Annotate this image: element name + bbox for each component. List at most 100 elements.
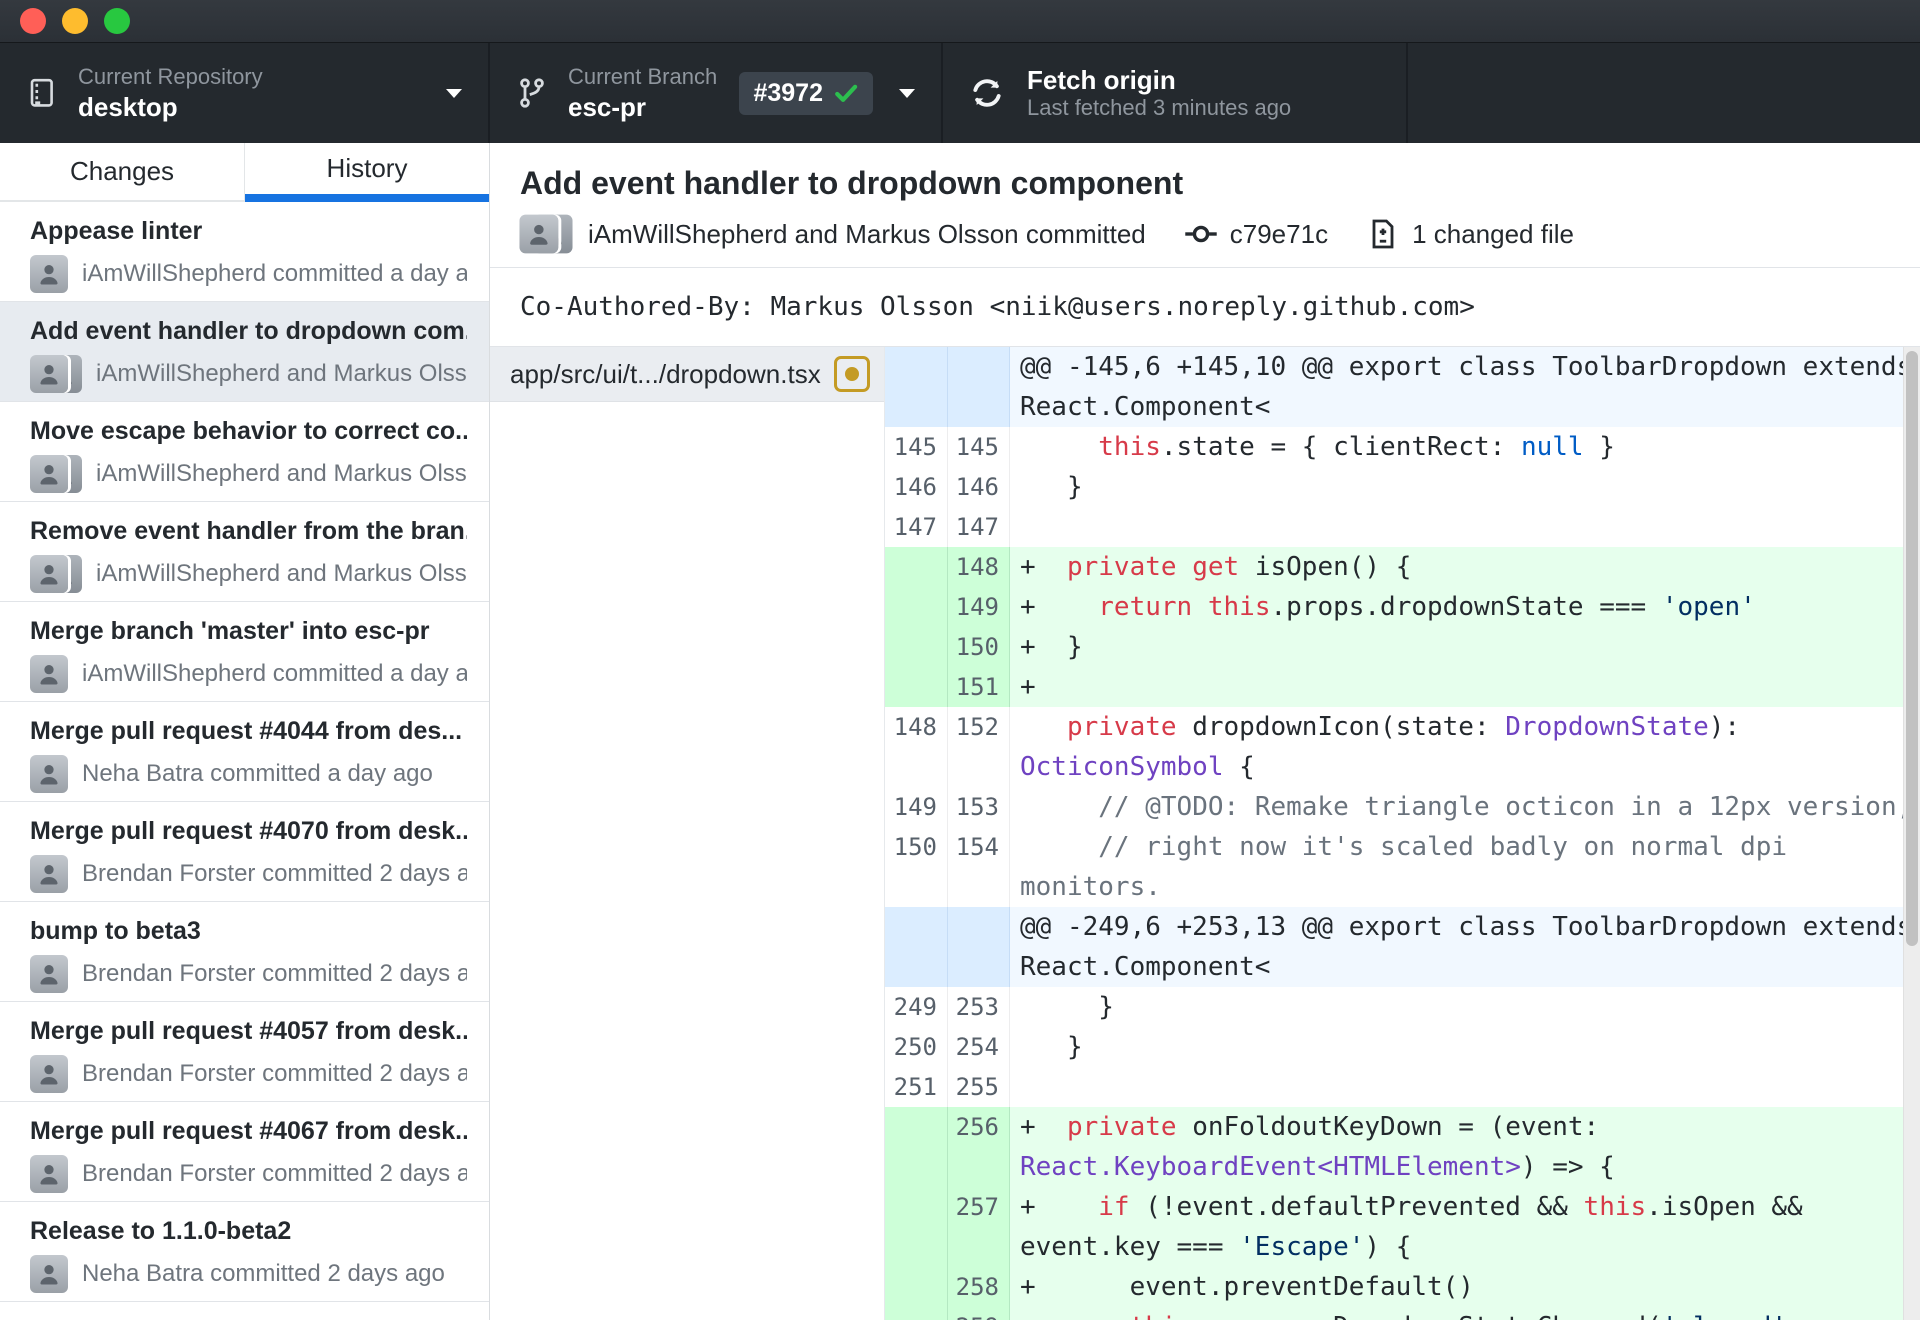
- commit-item-title: Merge pull request #4067 from desk...: [30, 1117, 467, 1145]
- commit-item-byline-text: iAmWillShepherd and Markus Olsson...: [96, 460, 467, 487]
- commit-avatars: [30, 855, 68, 893]
- commit-list-item[interactable]: bump to beta3 Brendan Forster committed 2…: [0, 902, 489, 1002]
- current-branch-button[interactable]: Current Branch esc-pr #3972: [490, 43, 943, 143]
- commit-list-item[interactable]: Merge pull request #4067 from desk... Bre…: [0, 1102, 489, 1202]
- commit-item-byline-text: iAmWillShepherd and Markus Olsson...: [96, 560, 467, 587]
- commit-item-byline-text: Neha Batra committed a day ago: [82, 760, 433, 787]
- current-repository-name: desktop: [78, 92, 178, 122]
- diff-row: 147 147: [885, 507, 1920, 547]
- diff-gutter-old: 145: [885, 427, 948, 467]
- commit-sha: c79e71c: [1229, 218, 1329, 249]
- diff-code-line: + private get isOpen() {: [1010, 547, 1920, 587]
- commit-avatars: [30, 1055, 68, 1093]
- diff-gutter-old: 150: [885, 827, 948, 907]
- commit-list-item[interactable]: Appease linter iAmWillShepherd committed …: [0, 202, 489, 302]
- current-repository-button[interactable]: Current Repository desktop: [0, 43, 490, 143]
- commit-item-byline-text: Brendan Forster committed 2 days ago: [82, 1060, 467, 1087]
- diff-row: 145 145 this.state = { clientRect: null }: [885, 427, 1920, 467]
- commit-list-item[interactable]: Merge branch 'master' into esc-pr iAmWill…: [0, 602, 489, 702]
- app-window: Current Repository desktop Current Branc…: [0, 0, 1920, 1320]
- commit-item-byline: Neha Batra committed a day ago: [30, 755, 467, 793]
- changed-files-count: 1 changed file: [1412, 218, 1574, 249]
- commit-list-item[interactable]: Merge pull request #4044 from des... Neha…: [0, 702, 489, 802]
- diff-gutter-new: 254: [948, 1027, 1010, 1067]
- changed-file-item[interactable]: app/src/ui/t.../dropdown.tsx: [490, 347, 884, 402]
- commit-item-byline-text: iAmWillShepherd committed a day ago: [82, 660, 467, 687]
- main-area: Changes History Appease linter iAmWillShe…: [0, 143, 1920, 1320]
- commit-header: Add event handler to dropdown component …: [490, 143, 1920, 268]
- close-window-button[interactable]: [20, 8, 46, 34]
- tab-changes[interactable]: Changes: [0, 143, 245, 202]
- pr-badge: #3972: [739, 71, 873, 115]
- diff-row: 250 254 }: [885, 1027, 1920, 1067]
- zoom-window-button[interactable]: [104, 8, 130, 34]
- diff-row: 257 + if (!event.defaultPrevented && this…: [885, 1187, 1920, 1267]
- commit-item-title: Merge pull request #4070 from desk...: [30, 817, 467, 845]
- diff-code-line: // @TODO: Remake triangle octicon in a 1…: [1098, 792, 1913, 822]
- commit-item-byline-text: Brendan Forster committed 2 days ago: [82, 1160, 467, 1187]
- diff-gutter-old: [885, 587, 948, 627]
- commit-list-item[interactable]: Release to 1.1.0-beta2 Neha Batra committ…: [0, 1202, 489, 1302]
- scrollbar-thumb[interactable]: [1906, 351, 1918, 946]
- commit-item-byline-text: Neha Batra committed 2 days ago: [82, 1260, 445, 1287]
- diff-gutter-new: 154: [948, 827, 1010, 907]
- commit-list-item[interactable]: Remove event handler from the bran... iAm…: [0, 502, 489, 602]
- diff-gutter-old: 149: [885, 787, 948, 827]
- diff-code-line: [1010, 1067, 1920, 1107]
- diff-gutter-new: 257: [948, 1187, 1010, 1267]
- commit-item-title: bump to beta3: [30, 917, 201, 945]
- tab-history[interactable]: History: [245, 143, 489, 202]
- file-diff-icon: [1366, 217, 1400, 251]
- commit-list-item[interactable]: Add event handler to dropdown com... iAmW…: [0, 302, 489, 402]
- commit-list-item[interactable]: Move escape behavior to correct co... iAm…: [0, 402, 489, 502]
- pr-number: #3972: [753, 78, 823, 107]
- diff-code-line: this.state = { clientRect: null }: [1098, 432, 1615, 462]
- commit-list-item[interactable]: Merge pull request #4057 from desk... Bre…: [0, 1002, 489, 1102]
- diff-row: 256 + private onFoldoutKeyDown = (event: …: [885, 1107, 1920, 1187]
- diff-code-line: + return this.props.dropdownState === 'o…: [1010, 587, 1920, 627]
- diff-gutter-new: 151: [948, 667, 1010, 707]
- commit-avatars: [30, 355, 82, 393]
- diff-gutter-old: [885, 1107, 948, 1187]
- diff-code-line: [1010, 507, 1920, 547]
- fetch-origin-button[interactable]: Fetch origin Last fetched 3 minutes ago: [943, 43, 1408, 143]
- avatar: [30, 855, 68, 893]
- modified-status-icon: [834, 356, 870, 392]
- diff-gutter-new: 258: [948, 1267, 1010, 1307]
- diff-gutter-old: 249: [885, 987, 948, 1027]
- diff-code-line: @@ -249,6 +253,13 @@ export class Toolba…: [1010, 907, 1920, 987]
- commit-item-title: Move escape behavior to correct co...: [30, 417, 467, 445]
- diff-row: 148 152 private dropdownIcon(state: Dropd…: [885, 707, 1920, 787]
- minimize-window-button[interactable]: [62, 8, 88, 34]
- commit-avatars: [30, 255, 68, 293]
- check-icon: [833, 80, 859, 106]
- diff-code-line: }: [1020, 472, 1083, 502]
- commit-avatars: [30, 1255, 68, 1293]
- diff-gutter-old: [885, 627, 948, 667]
- diff-gutter-new: [948, 907, 1010, 987]
- commit-list-item[interactable]: Merge pull request #4072 from desk...: [0, 1302, 489, 1320]
- diff-gutter-old: 147: [885, 507, 948, 547]
- diff-viewer: @@ -145,6 +145,10 @@ export class Toolba…: [885, 347, 1920, 1320]
- diff-area: app/src/ui/t.../dropdown.tsx @@ -145,6 +…: [490, 346, 1920, 1320]
- commit-item-byline: Brendan Forster committed 2 days ago: [30, 1055, 467, 1093]
- diff-row: 146 146 }: [885, 467, 1920, 507]
- commit-item-byline: iAmWillShepherd and Markus Olsson...: [30, 355, 467, 393]
- diff-gutter-new: 148: [948, 547, 1010, 587]
- diff-row: 251 255: [885, 1067, 1920, 1107]
- diff-gutter-old: [885, 547, 948, 587]
- diff-gutter-old: [885, 1267, 948, 1307]
- commit-item-title: Merge pull request #4072 from desk...: [30, 1316, 467, 1320]
- scrollbar-track[interactable]: [1903, 347, 1920, 1320]
- avatar: [30, 455, 68, 493]
- diff-gutter-new: 253: [948, 987, 1010, 1027]
- avatar: [30, 1155, 68, 1193]
- commit-byline: iAmWillShepherd and Markus Olsson commit…: [519, 214, 1920, 254]
- commit-item-byline-text: Brendan Forster committed 2 days ago: [82, 860, 467, 887]
- current-branch-name: esc-pr: [568, 92, 647, 122]
- diff-gutter-new: 259: [948, 1307, 1010, 1320]
- commit-item-byline: iAmWillShepherd committed a day ago: [30, 655, 467, 693]
- diff-row: 149 153 // @TODO: Remake triangle octicon…: [885, 787, 1920, 827]
- repo-icon: [26, 77, 58, 109]
- commit-list-item[interactable]: Merge pull request #4070 from desk... Bre…: [0, 802, 489, 902]
